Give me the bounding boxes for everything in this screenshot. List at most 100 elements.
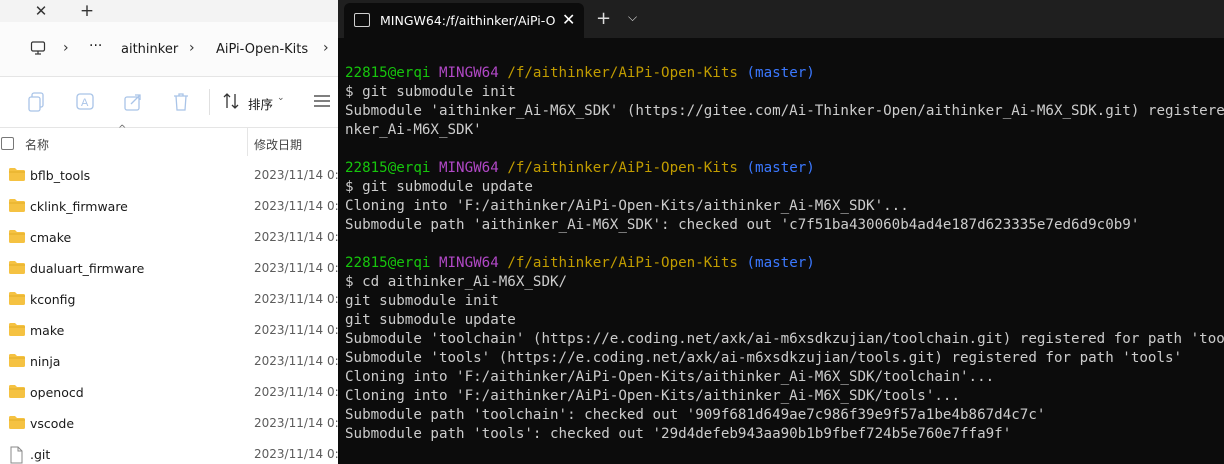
file-modified-date: 2023/11/14 0:	[254, 292, 338, 306]
terminal-output-line: Submodule path 'toolchain': checked out …	[345, 407, 1046, 423]
column-name[interactable]: 名称	[25, 136, 49, 153]
file-row[interactable]: ninja 2023/11/14 0:	[0, 346, 338, 377]
file-row[interactable]: openocd 2023/11/14 0:	[0, 377, 338, 408]
file-modified-date: 2023/11/14 0:	[254, 230, 338, 244]
file-modified-date: 2023/11/14 0:	[254, 385, 338, 399]
folder-icon	[8, 415, 26, 434]
close-tab-button[interactable]: ✕	[562, 10, 575, 29]
delete-icon[interactable]	[171, 91, 193, 113]
folder-icon	[8, 322, 26, 341]
terminal-output-line: Submodule 'toolchain' (https://e.coding.…	[345, 331, 1224, 347]
column-header: 名称 ^ 修改日期	[0, 124, 338, 158]
chevron-right-icon: ›	[323, 40, 329, 56]
terminal-prompt-line: 22815@erqi MINGW64 /f/aithinker/AiPi-Ope…	[345, 64, 1224, 83]
terminal-output-line: $ cd aithinker_Ai-M6X_SDK/	[345, 274, 568, 290]
column-modified[interactable]: 修改日期	[254, 136, 302, 153]
prompt-branch: (master)	[746, 65, 815, 81]
terminal-tab-bar: MINGW64:/f/aithinker/AiPi-O ✕ + ⌵	[338, 0, 1224, 38]
prompt-branch: (master)	[746, 160, 815, 176]
terminal-output-line: Cloning into 'F:/aithinker/AiPi-Open-Kit…	[345, 388, 960, 404]
prompt-path: /f/aithinker/AiPi-Open-Kits	[507, 65, 738, 81]
explorer-tab-bar: ✕ +	[0, 0, 338, 22]
file-modified-date: 2023/11/14 0:	[254, 323, 338, 337]
file-row[interactable]: .git 2023/11/14 0:	[0, 439, 338, 464]
address-bar[interactable]: › ··· aithinker › AiPi-Open-Kits ›	[0, 22, 338, 77]
close-tab-button[interactable]: ✕	[28, 0, 54, 22]
prompt-branch: (master)	[746, 255, 815, 271]
breadcrumb-aipi-open-kits[interactable]: AiPi-Open-Kits	[216, 42, 308, 57]
terminal-output-line: git submodule init	[345, 293, 499, 309]
file-row[interactable]: cklink_firmware 2023/11/14 0:	[0, 191, 338, 222]
sort-icon[interactable]	[222, 92, 240, 114]
terminal-output-line: Cloning into 'F:/aithinker/AiPi-Open-Kit…	[345, 198, 909, 214]
terminal-prompt-line: 22815@erqi MINGW64 /f/aithinker/AiPi-Ope…	[345, 254, 1224, 273]
folder-icon	[8, 260, 26, 279]
file-name: .git	[30, 447, 51, 462]
prompt-path: /f/aithinker/AiPi-Open-Kits	[507, 160, 738, 176]
terminal-output-line: Cloning into 'F:/aithinker/AiPi-Open-Kit…	[345, 369, 995, 385]
file-name: vscode	[30, 416, 75, 431]
dropdown-button[interactable]: ⌵	[628, 10, 637, 25]
file-modified-date: 2023/11/14 0:	[254, 416, 338, 430]
file-row[interactable]: cmake 2023/11/14 0:	[0, 222, 338, 253]
chevron-down-icon[interactable]: ⌄	[277, 93, 285, 103]
command-bar: A 排序 ⌄	[0, 77, 338, 128]
new-tab-button[interactable]: +	[596, 8, 611, 29]
terminal-output-line: Submodule 'aithinker_Ai-M6X_SDK' (https:…	[345, 103, 1224, 119]
terminal-output-line: git submodule update	[345, 312, 516, 328]
breadcrumb-aithinker[interactable]: aithinker	[121, 42, 178, 57]
computer-icon[interactable]	[30, 40, 46, 55]
prompt-shell: MINGW64	[438, 255, 499, 271]
terminal-output[interactable]: 22815@erqi MINGW64 /f/aithinker/AiPi-Ope…	[345, 64, 1224, 444]
file-row[interactable]: dualuart_firmware 2023/11/14 0:	[0, 253, 338, 284]
folder-icon	[8, 198, 26, 217]
svg-text:A: A	[81, 97, 89, 109]
file-explorer-window: ✕ + › ··· aithinker › AiPi-Open-Kits › A…	[0, 0, 338, 464]
file-row[interactable]: make 2023/11/14 0:	[0, 315, 338, 346]
prompt-shell: MINGW64	[438, 160, 499, 176]
file-row[interactable]: vscode 2023/11/14 0:	[0, 408, 338, 439]
prompt-path: /f/aithinker/AiPi-Open-Kits	[507, 255, 738, 271]
file-row[interactable]: kconfig 2023/11/14 0:	[0, 284, 338, 315]
terminal-window: MINGW64:/f/aithinker/AiPi-O ✕ + ⌵ 22815@…	[338, 0, 1224, 464]
sort-button[interactable]: 排序	[248, 94, 273, 113]
file-list: bflb_tools 2023/11/14 0: cklink_firmware 20…	[0, 160, 338, 464]
terminal-output-line: Submodule 'tools' (https://e.coding.net/…	[345, 350, 1183, 366]
column-divider[interactable]	[247, 128, 248, 156]
terminal-tab-title: MINGW64:/f/aithinker/AiPi-O	[380, 13, 556, 28]
file-name: openocd	[30, 385, 84, 400]
terminal-output-line: Submodule path 'tools': checked out '29d…	[345, 426, 1012, 442]
folder-icon	[8, 384, 26, 403]
terminal-output-line: $ git submodule update	[345, 179, 533, 195]
folder-icon	[8, 167, 26, 186]
sort-ascending-icon: ^	[118, 124, 127, 135]
file-modified-date: 2023/11/14 0:	[254, 354, 338, 368]
file-name: cmake	[30, 230, 72, 245]
file-name: bflb_tools	[30, 168, 91, 183]
terminal-icon	[354, 13, 370, 27]
file-modified-date: 2023/11/14 0:	[254, 168, 338, 182]
share-icon[interactable]	[123, 91, 145, 113]
new-tab-button[interactable]: +	[74, 0, 100, 22]
folder-icon	[8, 229, 26, 248]
chevron-right-icon: ›	[63, 40, 69, 56]
terminal-tab[interactable]: MINGW64:/f/aithinker/AiPi-O ✕	[344, 3, 584, 38]
file-icon	[8, 446, 24, 464]
terminal-output-line: $ git submodule init	[345, 84, 516, 100]
copy-icon[interactable]	[27, 91, 49, 113]
select-all-checkbox[interactable]	[1, 137, 14, 150]
file-name: make	[30, 323, 65, 338]
prompt-shell: MINGW64	[438, 65, 499, 81]
rename-icon[interactable]: A	[75, 91, 97, 113]
breadcrumb-more[interactable]: ···	[89, 38, 102, 54]
prompt-user-host: 22815@erqi	[345, 160, 431, 176]
terminal-prompt-line: 22815@erqi MINGW64 /f/aithinker/AiPi-Ope…	[345, 159, 1224, 178]
file-modified-date: 2023/11/14 0:	[254, 447, 338, 461]
view-icon[interactable]	[313, 93, 331, 113]
file-modified-date: 2023/11/14 0:	[254, 199, 338, 213]
file-row[interactable]: bflb_tools 2023/11/14 0:	[0, 160, 338, 191]
file-name: ninja	[30, 354, 61, 369]
file-name: dualuart_firmware	[30, 261, 145, 276]
